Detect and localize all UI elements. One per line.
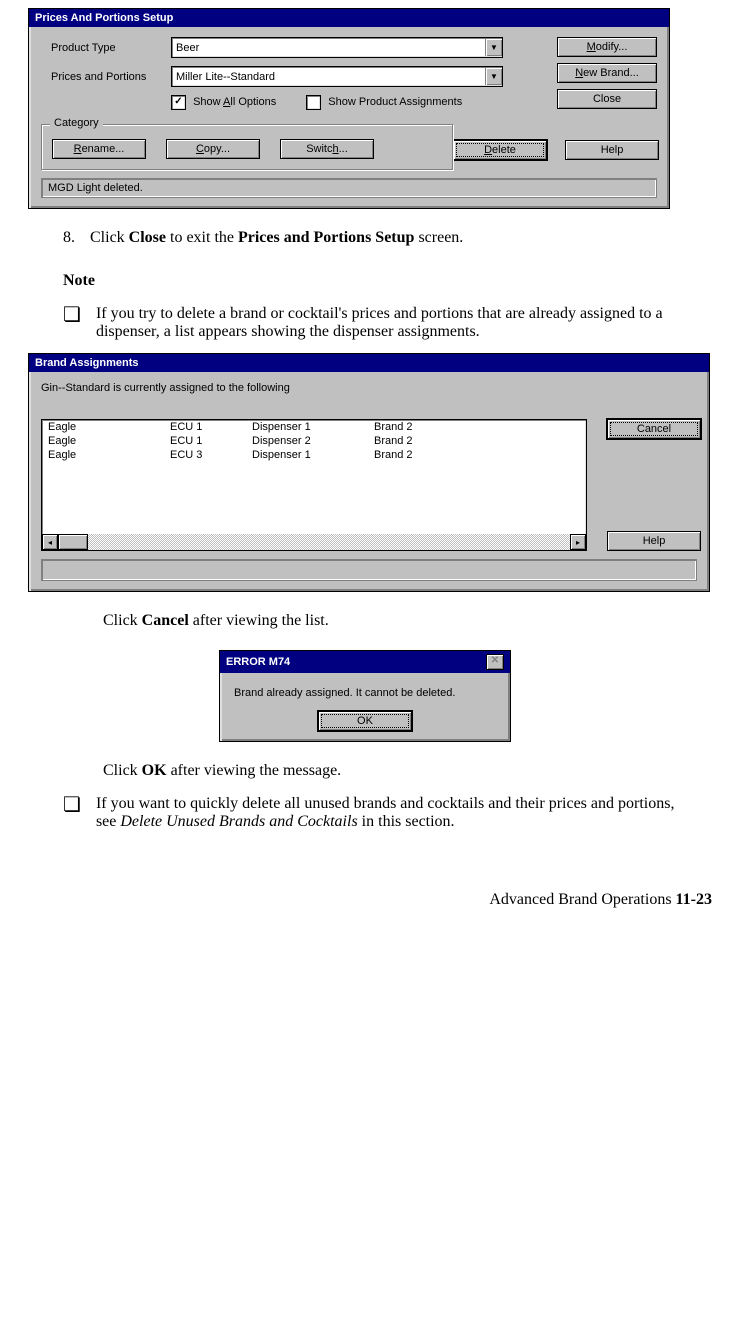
show-all-options-check[interactable]: ✓ Show All Options: [171, 95, 276, 110]
instruction-text: Click Cancel after viewing the list.: [103, 612, 682, 630]
checkbox-unchecked-icon: [306, 95, 321, 110]
help-button[interactable]: Help: [565, 140, 659, 160]
table-cell: ECU 1: [164, 434, 246, 448]
rename-button[interactable]: Rename...: [52, 139, 146, 159]
show-product-assignments-check[interactable]: Show Product Assignments: [306, 95, 462, 110]
switch-button[interactable]: Switch...: [280, 139, 374, 159]
square-bullet-icon: ❏: [63, 305, 81, 341]
prices-portions-label: Prices and Portions: [41, 71, 171, 83]
table-cell: ECU 3: [164, 448, 246, 462]
brand-assignments-dialog: Brand Assignments Gin--Standard is curre…: [28, 353, 710, 592]
table-cell: Eagle: [42, 448, 164, 462]
table-cell: Dispenser 1: [246, 420, 368, 434]
step-8: 8. Click Close to exit the Prices and Po…: [63, 229, 682, 247]
dialog-title: ERROR M74: [226, 656, 290, 668]
dialog-title: Brand Assignments: [35, 357, 139, 369]
table-cell: Eagle: [42, 420, 164, 434]
instruction-text: Click OK after viewing the message.: [103, 762, 682, 780]
table-cell: Dispenser 1: [246, 448, 368, 462]
product-type-combo[interactable]: Beer ▼: [171, 37, 503, 58]
horizontal-scrollbar[interactable]: ◂ ▸: [42, 534, 586, 550]
table-cell: Dispenser 2: [246, 434, 368, 448]
new-brand-button[interactable]: New Brand...: [557, 63, 657, 83]
status-bar: [41, 559, 697, 581]
close-button[interactable]: Close: [557, 89, 657, 109]
category-group-label: Category: [50, 117, 103, 129]
error-message: Brand already assigned. It cannot be del…: [232, 683, 498, 711]
step-number: 8.: [63, 229, 75, 247]
status-bar: MGD Light deleted.: [41, 178, 657, 198]
cancel-button[interactable]: Cancel: [607, 419, 701, 439]
note-heading: Note: [63, 272, 682, 290]
dialog-titlebar: Prices And Portions Setup: [29, 9, 669, 27]
dialog-titlebar: Brand Assignments: [29, 354, 709, 372]
modify-button[interactable]: Modify...: [557, 37, 657, 57]
table-row[interactable]: EagleECU 1Dispenser 2Brand 2: [42, 434, 586, 448]
dialog-title: Prices And Portions Setup: [35, 12, 173, 24]
step-text: Click Close to exit the Prices and Porti…: [90, 229, 463, 247]
page-footer: Advanced Brand Operations 11-23: [8, 891, 722, 909]
dialog-titlebar: ERROR M74 ✕: [220, 651, 510, 673]
close-icon[interactable]: ✕: [486, 654, 504, 670]
note-item: ❏ If you want to quickly delete all unus…: [63, 795, 682, 831]
prices-portions-value: Miller Lite--Standard: [172, 69, 485, 85]
error-dialog: ERROR M74 ✕ Brand already assigned. It c…: [219, 650, 511, 742]
prices-portions-combo[interactable]: Miller Lite--Standard ▼: [171, 66, 503, 87]
table-cell: Brand 2: [368, 448, 586, 462]
table-row[interactable]: EagleECU 1Dispenser 1Brand 2: [42, 420, 586, 434]
assignments-list[interactable]: EagleECU 1Dispenser 1Brand 2EagleECU 1Di…: [41, 419, 587, 551]
dropdown-icon[interactable]: ▼: [485, 68, 502, 85]
scroll-left-icon[interactable]: ◂: [42, 534, 58, 550]
product-type-label: Product Type: [41, 42, 171, 54]
prices-portions-dialog: Prices And Portions Setup Product Type B…: [28, 8, 670, 209]
note-item: ❏ If you try to delete a brand or cockta…: [63, 305, 682, 341]
checkbox-checked-icon: ✓: [171, 95, 186, 110]
assignment-message: Gin--Standard is currently assigned to t…: [41, 382, 697, 394]
table-cell: ECU 1: [164, 420, 246, 434]
table-cell: Eagle: [42, 434, 164, 448]
table-cell: Brand 2: [368, 420, 586, 434]
scroll-thumb[interactable]: [58, 534, 88, 550]
scroll-right-icon[interactable]: ▸: [570, 534, 586, 550]
delete-button[interactable]: Delete: [453, 140, 547, 160]
table-cell: Brand 2: [368, 434, 586, 448]
note-text: If you want to quickly delete all unused…: [96, 795, 682, 831]
table-row[interactable]: EagleECU 3Dispenser 1Brand 2: [42, 448, 586, 462]
help-button[interactable]: Help: [607, 531, 701, 551]
square-bullet-icon: ❏: [63, 795, 81, 831]
product-type-value: Beer: [172, 40, 485, 56]
copy-button[interactable]: Copy...: [166, 139, 260, 159]
note-text: If you try to delete a brand or cocktail…: [96, 305, 682, 341]
ok-button[interactable]: OK: [318, 711, 412, 731]
dropdown-icon[interactable]: ▼: [485, 39, 502, 56]
